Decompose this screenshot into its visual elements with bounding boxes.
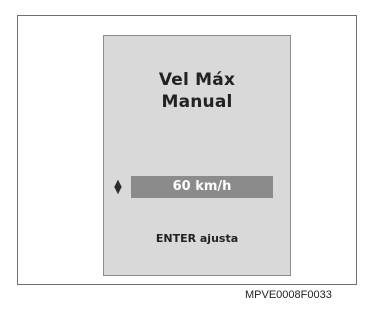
enter-hint: ENTER ajusta bbox=[155, 232, 239, 245]
figure-code: MPVE0008F0033 bbox=[245, 289, 332, 301]
down-arrow-icon: ▼ bbox=[114, 185, 122, 196]
title-line-1: Vel Máx bbox=[158, 70, 236, 90]
up-down-arrows-icon: ▲ ▼ bbox=[112, 179, 124, 196]
speed-value-bar[interactable]: 60 km/h bbox=[131, 176, 273, 198]
display-screen: Vel Máx Manual ▲ ▼ 60 km/h ENTER ajusta bbox=[103, 35, 291, 276]
title-line-2: Manual bbox=[161, 92, 233, 112]
